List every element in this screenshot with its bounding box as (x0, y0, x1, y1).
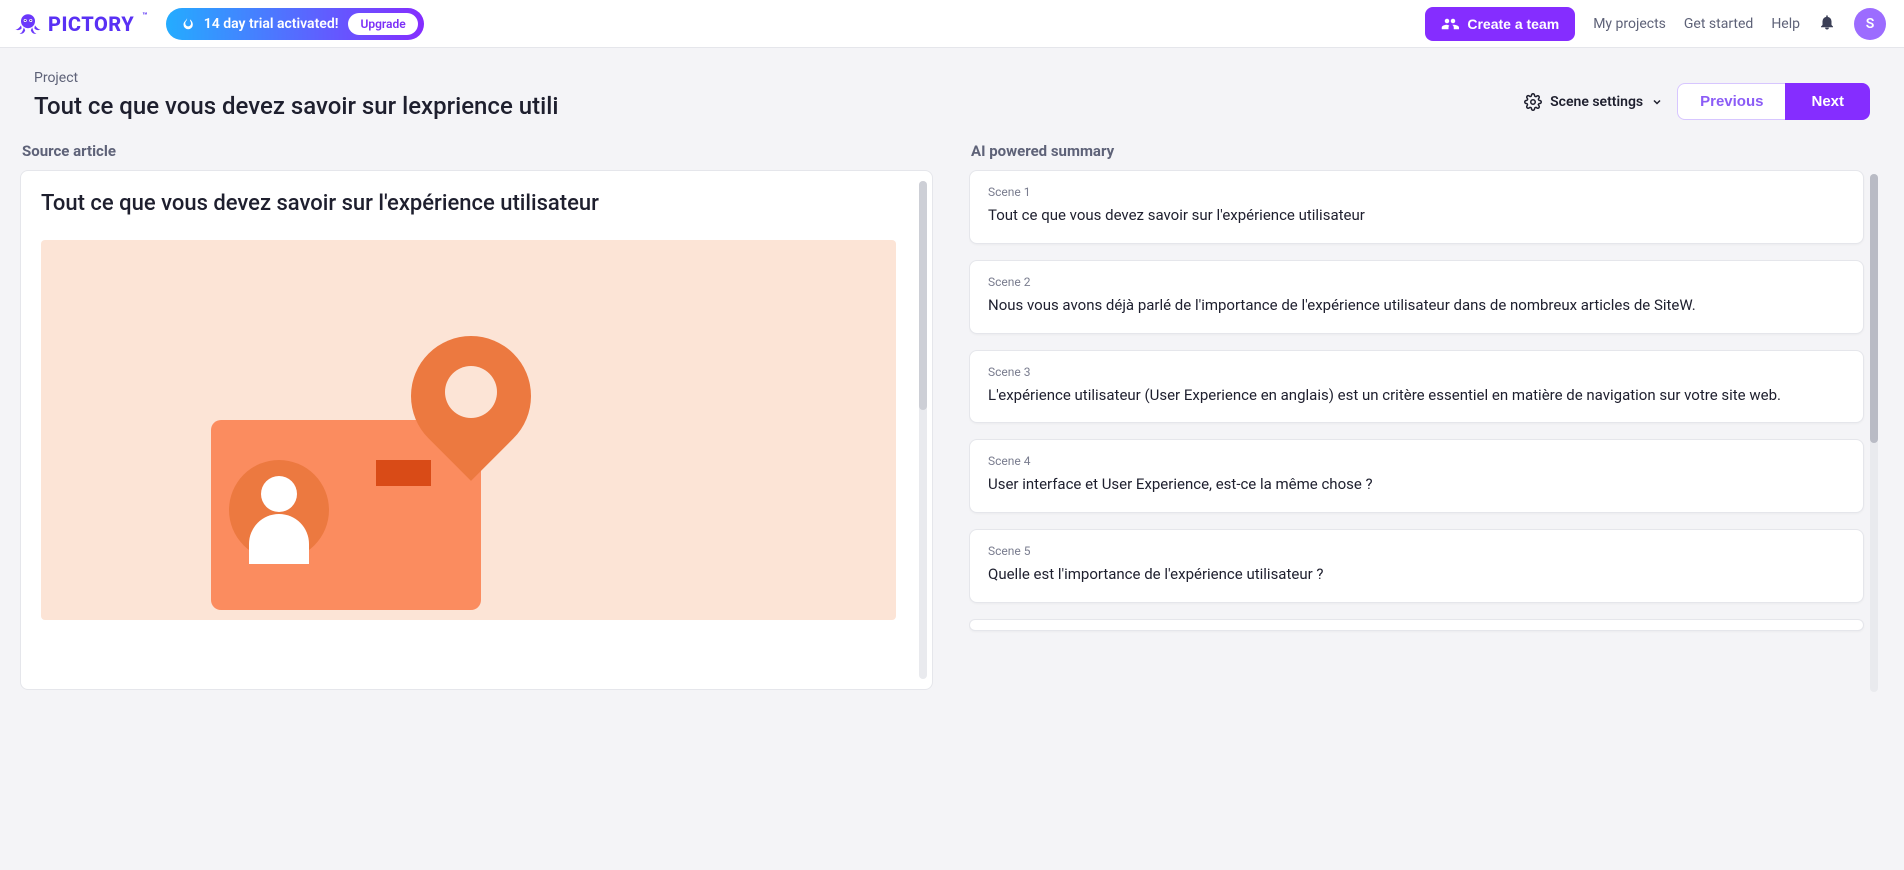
scene-label: Scene 2 (988, 275, 1845, 289)
upgrade-button[interactable]: Upgrade (348, 13, 417, 35)
scene-label: Scene 5 (988, 544, 1845, 558)
scene-text: Nous vous avons déjà parlé de l'importan… (988, 295, 1845, 317)
scene-card[interactable]: Scene 5 Quelle est l'importance de l'exp… (969, 529, 1864, 603)
user-avatar[interactable]: S (1854, 8, 1886, 40)
nav-get-started[interactable]: Get started (1684, 16, 1753, 32)
scene-text: Quelle est l'importance de l'expérience … (988, 564, 1845, 586)
scene-card[interactable]: Scene 4 User interface et User Experienc… (969, 439, 1864, 513)
nav-button-group: Previous Next (1677, 83, 1870, 120)
create-team-label: Create a team (1467, 16, 1559, 32)
scene-card[interactable]: Scene 2 Nous vous avons déjà parlé de l'… (969, 260, 1864, 334)
source-heading: Source article (22, 142, 933, 160)
article-title: Tout ce que vous devez savoir sur l'expé… (41, 191, 912, 216)
trademark: ™ (142, 11, 148, 20)
source-scrollbar-thumb[interactable] (919, 181, 927, 410)
scene-settings-button[interactable]: Scene settings (1524, 93, 1663, 111)
article-illustration (41, 240, 896, 620)
fire-icon (180, 17, 194, 31)
source-scrollbar[interactable] (919, 181, 927, 679)
source-column: Source article Tout ce que vous devez sa… (20, 134, 933, 690)
scene-card[interactable]: Scene 3 L'expérience utilisateur (User E… (969, 350, 1864, 424)
octopus-icon (14, 10, 42, 38)
top-bar: PICTORY ™ 14 day trial activated! Upgrade… (0, 0, 1904, 48)
nav-my-projects[interactable]: My projects (1593, 16, 1666, 32)
summary-panel: Scene 1 Tout ce que vous devez savoir su… (969, 170, 1882, 698)
notifications-icon[interactable] (1818, 13, 1836, 35)
brand-name: PICTORY (48, 12, 134, 36)
main-columns: Source article Tout ce que vous devez sa… (0, 126, 1904, 698)
scene-text: L'expérience utilisateur (User Experienc… (988, 385, 1845, 407)
person-avatar-shape (229, 460, 329, 560)
scene-card-peek[interactable] (969, 619, 1864, 631)
card-slot-shape (376, 460, 431, 486)
team-icon (1441, 15, 1459, 33)
create-team-button[interactable]: Create a team (1425, 7, 1575, 41)
scene-label: Scene 3 (988, 365, 1845, 379)
nav-help[interactable]: Help (1771, 16, 1800, 32)
brand-logo[interactable]: PICTORY ™ (14, 10, 148, 38)
summary-scroll-area[interactable]: Scene 1 Tout ce que vous devez savoir su… (969, 170, 1882, 698)
summary-column: AI powered summary Scene 1 Tout ce que v… (969, 134, 1882, 698)
trial-banner: 14 day trial activated! Upgrade (166, 8, 424, 40)
summary-scrollbar-thumb[interactable] (1870, 174, 1878, 443)
project-header: Project Tout ce que vous devez savoir su… (0, 48, 1904, 126)
source-article-card: Tout ce que vous devez savoir sur l'expé… (20, 170, 933, 690)
scene-card[interactable]: Scene 1 Tout ce que vous devez savoir su… (969, 170, 1864, 244)
scene-text: Tout ce que vous devez savoir sur l'expé… (988, 205, 1845, 227)
project-label: Project (34, 70, 558, 86)
scene-text: User interface et User Experience, est-c… (988, 474, 1845, 496)
chevron-down-icon (1651, 96, 1663, 108)
summary-heading: AI powered summary (971, 142, 1882, 160)
scene-label: Scene 4 (988, 454, 1845, 468)
project-title: Tout ce que vous devez savoir sur lexpri… (34, 92, 558, 120)
scene-label: Scene 1 (988, 185, 1845, 199)
next-button[interactable]: Next (1785, 83, 1870, 120)
trial-text: 14 day trial activated! (204, 16, 339, 32)
scene-settings-label: Scene settings (1550, 94, 1643, 110)
location-pin-shape (411, 336, 531, 456)
gear-icon (1524, 93, 1542, 111)
summary-scrollbar[interactable] (1870, 174, 1878, 692)
previous-button[interactable]: Previous (1677, 83, 1786, 120)
